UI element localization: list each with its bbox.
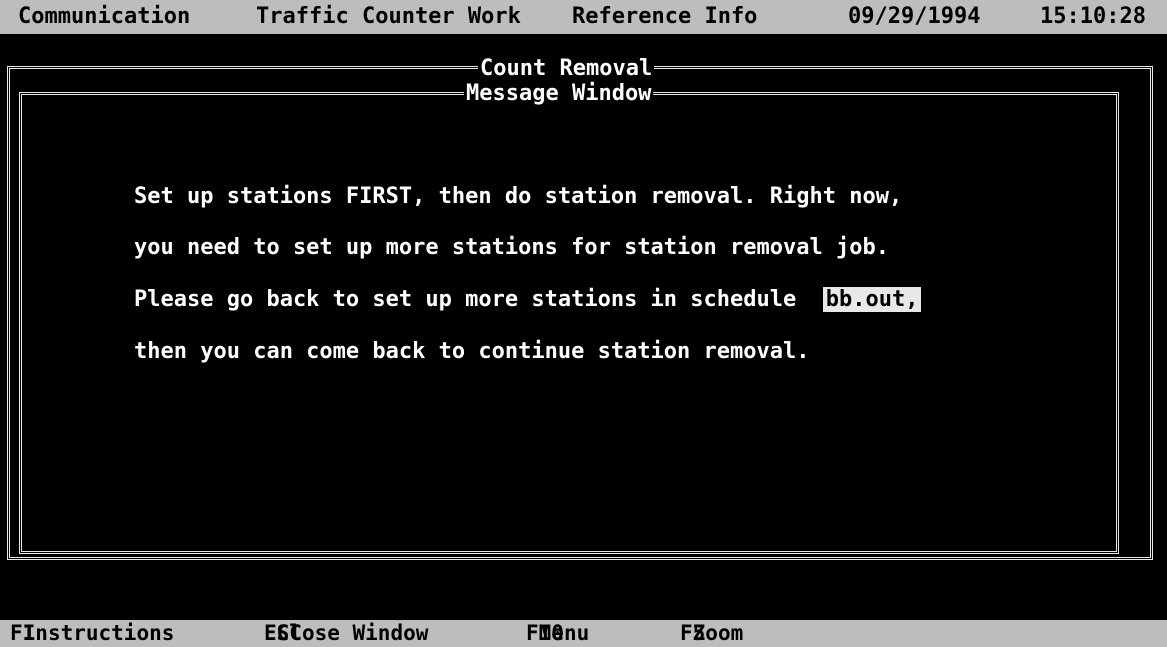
message-window-title: Message Window	[464, 81, 654, 106]
message-line-2: you need to set up more stations for sta…	[134, 235, 889, 260]
time-display: 15:10:28	[1040, 4, 1146, 29]
message-line-1: Set up stations FIRST, then do station r…	[134, 184, 903, 209]
message-line-4: then you can come back to continue stati…	[134, 339, 810, 364]
menu-item-communication[interactable]: Communication	[18, 0, 190, 34]
message-line-3-text: Please go back to set up more stations i…	[134, 287, 797, 312]
menu-item-reference-info[interactable]: Reference Info	[572, 0, 757, 34]
f10-key-text: Menu	[538, 621, 590, 645]
schedule-name-highlight: bb.out,	[822, 287, 922, 312]
esc-close-window-key[interactable]: ESC Close Window	[264, 620, 428, 647]
f5-key-text: Zoom	[692, 621, 744, 645]
f1-instructions-key[interactable]: F1 Instructions	[10, 620, 174, 647]
date-display: 09/29/1994	[848, 4, 981, 29]
menu-item-traffic-counter-work[interactable]: Traffic Counter Work	[256, 0, 521, 34]
function-key-bar: F1 Instructions ESC Close Window F10 Men…	[0, 620, 1167, 647]
esc-key-text: Close Window	[276, 621, 429, 645]
message-line-3: Please go back to set up more stations i…	[134, 286, 922, 314]
f10-menu-key[interactable]: F10 Menu	[526, 620, 589, 647]
f5-zoom-key[interactable]: F5 Zoom	[680, 620, 743, 647]
menu-bar: Communication Traffic Counter Work Refer…	[0, 0, 1167, 34]
message-window	[19, 92, 1119, 554]
count-removal-window-title: Count Removal	[478, 56, 655, 81]
f1-key-text: Instructions	[22, 621, 175, 645]
